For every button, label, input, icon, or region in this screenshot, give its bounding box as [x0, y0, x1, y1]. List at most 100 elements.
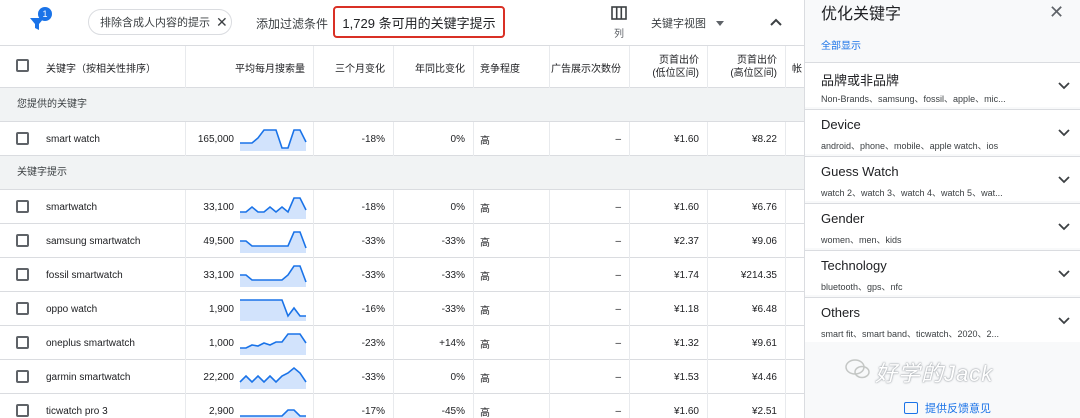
- row-checkbox[interactable]: [16, 404, 29, 417]
- close-icon[interactable]: ✕: [1049, 2, 1064, 23]
- header-yoy[interactable]: 年同比变化: [393, 46, 473, 88]
- sparkline-area: [240, 334, 306, 355]
- table-row[interactable]: garmin smartwatch 22,200 -33% 0% 高 – ¥1.53 ¥4.4…: [0, 360, 804, 394]
- watermark-text: 好学的Jack: [875, 361, 994, 386]
- header-yoy-label: 年同比变化: [415, 63, 465, 75]
- adult-content-filter-chip[interactable]: 排除含成人内容的提示 ✕: [88, 9, 232, 35]
- three-month-cell: -33%: [313, 360, 393, 394]
- keyword-text: garmin smartwatch: [46, 371, 131, 383]
- refine-group-title: Gender: [821, 211, 865, 226]
- keyword-view-dropdown[interactable]: 关键字视图: [651, 15, 724, 31]
- competition-cell: 高: [473, 292, 549, 326]
- columns-icon: [611, 6, 627, 20]
- table-row[interactable]: smart watch 165,000 -18% 0% 高 – ¥1.60 ¥8.22: [0, 122, 804, 156]
- chevron-down-icon[interactable]: [1057, 172, 1071, 186]
- keyword-text: ticwatch pro 3: [46, 405, 108, 417]
- add-filter-button[interactable]: 添加过滤条件: [256, 15, 328, 32]
- row-checkbox[interactable]: [16, 336, 29, 349]
- refine-group-values: watch 2、watch 3、watch 4、watch 5、wat...: [821, 188, 1003, 198]
- columns-button[interactable]: 列: [606, 6, 632, 40]
- row-checkbox[interactable]: [16, 132, 29, 145]
- header-impression-share[interactable]: 广告展示次数份: [549, 46, 629, 88]
- refine-group[interactable]: Technology bluetooth、gps、nfc: [805, 250, 1080, 295]
- refine-group-title: 品牌或非品牌: [821, 73, 900, 88]
- refine-group[interactable]: Device android、phone、mobile、apple watch、i…: [805, 109, 1080, 154]
- header-three-month[interactable]: 三个月变化: [313, 46, 393, 88]
- chip-label: 排除含成人内容的提示: [100, 17, 210, 29]
- impression-share-cell: –: [549, 326, 629, 360]
- row-checkbox[interactable]: [16, 200, 29, 213]
- header-bid-high-line1: 页首出价: [737, 55, 777, 66]
- refine-group[interactable]: Others smart fit、smart band、ticwatch、2020…: [805, 297, 1080, 342]
- sparkline-area: [240, 266, 306, 287]
- header-competition-label: 竞争程度: [480, 63, 520, 75]
- bid-high-cell: ¥2.51: [707, 394, 785, 418]
- search-trend-sparkline: [240, 197, 307, 219]
- header-bid-low-line1: 页首出价: [659, 55, 699, 66]
- refine-group-values: bluetooth、gps、nfc: [821, 282, 903, 292]
- competition-cell: 高: [473, 122, 549, 156]
- bid-low-cell: ¥1.60: [629, 190, 707, 224]
- table-row[interactable]: fossil smartwatch 33,100 -33% -33% 高 – ¥1.74 ¥2…: [0, 258, 804, 292]
- avg-searches-value: 2,900: [208, 405, 234, 417]
- header-extra[interactable]: 帐: [785, 46, 804, 88]
- header-bid-high[interactable]: 页首出价 (高位区间): [707, 46, 785, 88]
- chevron-down-icon[interactable]: [1057, 125, 1071, 139]
- keyword-cell: oppo watch: [0, 292, 185, 326]
- row-checkbox[interactable]: [16, 302, 29, 315]
- row-checkbox[interactable]: [16, 234, 29, 247]
- extra-cell: [785, 292, 804, 326]
- close-icon[interactable]: ✕: [216, 15, 228, 29]
- refine-group[interactable]: Gender women、men、kids: [805, 203, 1080, 248]
- header-competition[interactable]: 竞争程度: [473, 46, 549, 88]
- chevron-down-icon[interactable]: [1057, 219, 1071, 233]
- chevron-down-icon[interactable]: [1057, 78, 1071, 92]
- impression-share-cell: –: [549, 224, 629, 258]
- impression-share-cell: –: [549, 122, 629, 156]
- sparkline-area: [240, 130, 306, 151]
- feedback-button[interactable]: 提供反馈意见: [904, 400, 991, 416]
- extra-cell: [785, 122, 804, 156]
- table-row[interactable]: samsung smartwatch 49,500 -33% -33% 高 – ¥2.37 ¥…: [0, 224, 804, 258]
- chevron-down-icon[interactable]: [1057, 313, 1071, 327]
- table-row[interactable]: oneplus smartwatch 1,000 -23% +14% 高 – ¥1.32 ¥9…: [0, 326, 804, 360]
- select-all-checkbox[interactable]: [16, 59, 29, 72]
- bid-low-cell: ¥1.60: [629, 394, 707, 418]
- bid-high-cell: ¥9.06: [707, 224, 785, 258]
- header-bid-low[interactable]: 页首出价 (低位区间): [629, 46, 707, 88]
- search-trend-sparkline: [240, 231, 307, 253]
- bid-low-cell: ¥1.53: [629, 360, 707, 394]
- refine-group-title: Device: [821, 117, 861, 132]
- bid-high-cell: ¥8.22: [707, 122, 785, 156]
- extra-cell: [785, 190, 804, 224]
- header-avg-searches[interactable]: 平均每月搜索量: [185, 46, 313, 88]
- competition-cell: 高: [473, 258, 549, 292]
- show-all-link[interactable]: 全部显示: [821, 37, 861, 52]
- header-keyword[interactable]: 关键字（按相关性排序）: [0, 46, 185, 88]
- keyword-count-label: 1,729 条可用的关键字提示: [333, 6, 505, 38]
- competition-cell: 高: [473, 190, 549, 224]
- three-month-cell: -16%: [313, 292, 393, 326]
- bid-low-cell: ¥1.32: [629, 326, 707, 360]
- bid-low-cell: ¥2.37: [629, 224, 707, 258]
- table-row[interactable]: smartwatch 33,100 -18% 0% 高 – ¥1.60 ¥6.76: [0, 190, 804, 224]
- avg-searches-value: 1,000: [208, 337, 234, 349]
- three-month-cell: -33%: [313, 224, 393, 258]
- refine-group[interactable]: Guess Watch watch 2、watch 3、watch 4、watch…: [805, 156, 1080, 201]
- avg-searches-value: 1,900: [208, 303, 234, 315]
- bid-high-cell: ¥9.61: [707, 326, 785, 360]
- row-checkbox[interactable]: [16, 370, 29, 383]
- wechat-icon: [845, 359, 870, 379]
- impression-share-cell: –: [549, 360, 629, 394]
- keyword-text: samsung smartwatch: [46, 235, 141, 247]
- chevron-up-icon[interactable]: [766, 12, 786, 32]
- sparkline-area: [240, 232, 306, 253]
- search-trend-sparkline: [239, 366, 307, 389]
- refine-group[interactable]: 品牌或非品牌 Non-Brands、samsung、fossil、apple、mi…: [805, 62, 1080, 107]
- competition-cell: 高: [473, 360, 549, 394]
- avg-searches-cell: 2,900: [185, 394, 313, 418]
- table-row[interactable]: ticwatch pro 3 2,900 -17% -45% 高 – ¥1.60 ¥2.51: [0, 394, 804, 418]
- row-checkbox[interactable]: [16, 268, 29, 281]
- table-row[interactable]: oppo watch 1,900 -16% -33% 高 – ¥1.18 ¥6.48: [0, 292, 804, 326]
- chevron-down-icon[interactable]: [1057, 266, 1071, 280]
